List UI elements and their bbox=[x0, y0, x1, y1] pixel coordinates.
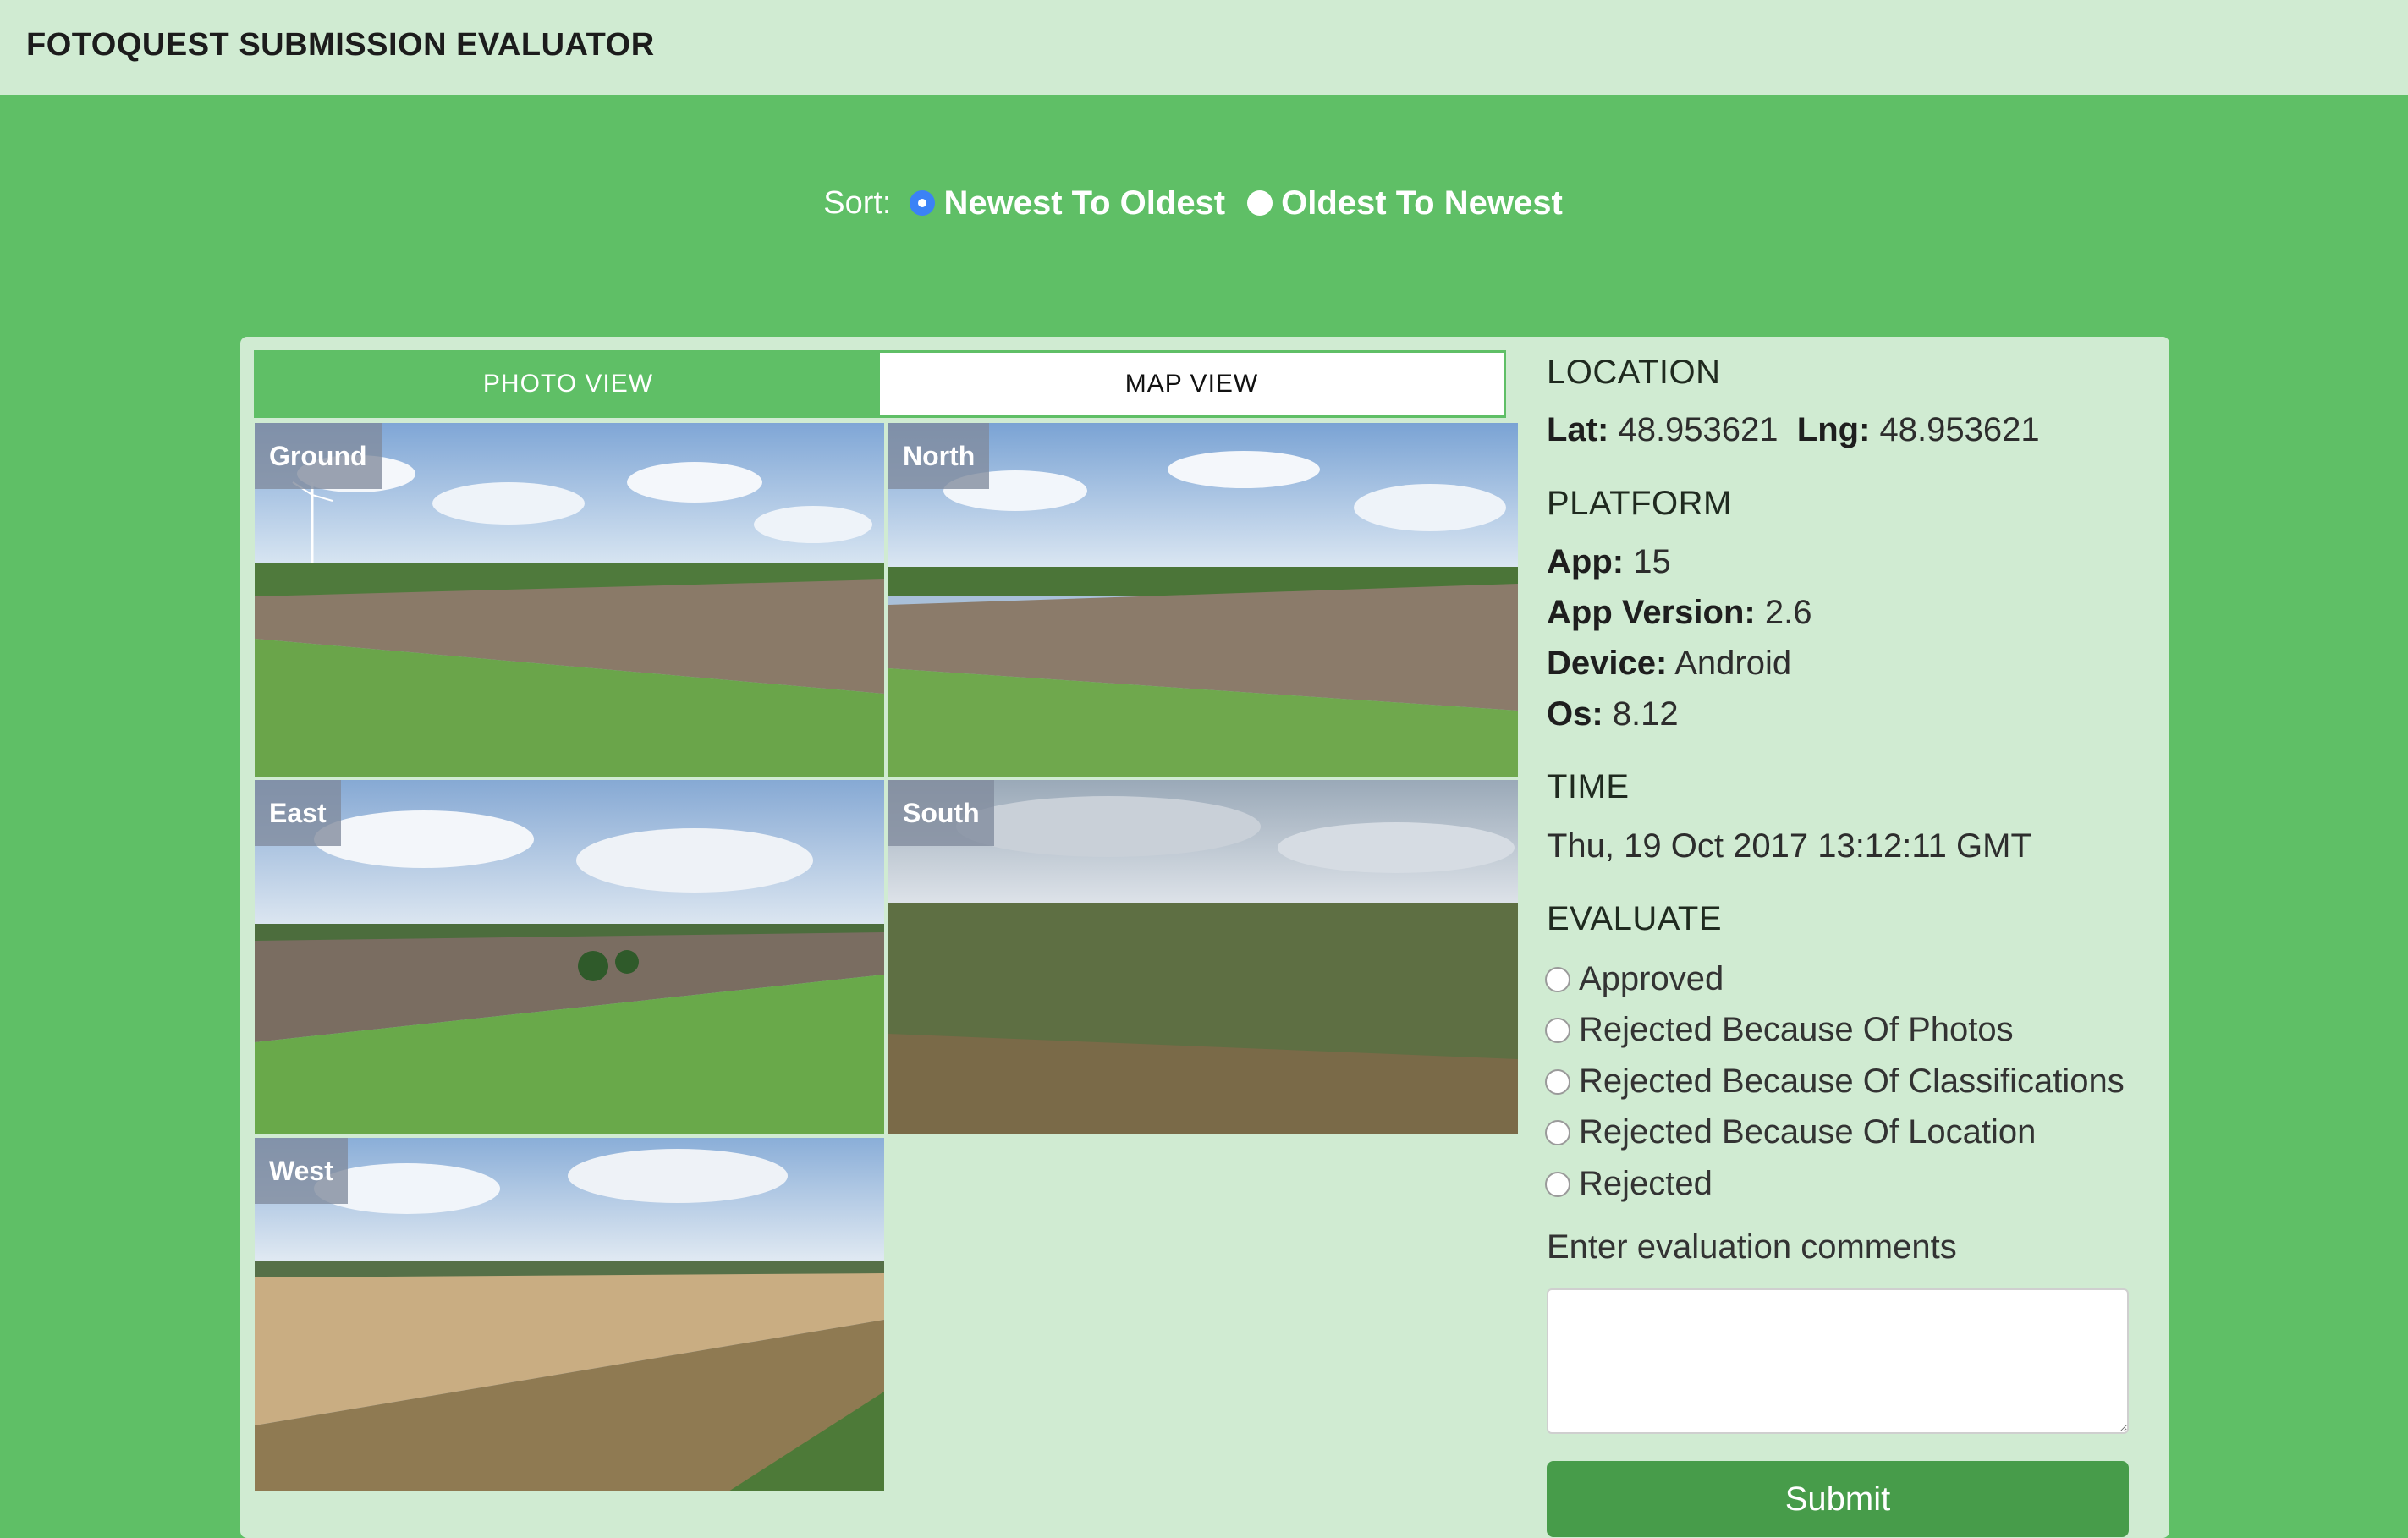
comments-label: Enter evaluation comments bbox=[1547, 1228, 1957, 1266]
platform-os: Os: 8.12 bbox=[1547, 695, 1679, 733]
rejected-location-radio[interactable] bbox=[1545, 1119, 1570, 1145]
evaluate-title: EVALUATE bbox=[1547, 900, 1723, 937]
rejected-photos-label: Rejected Because Of Photos bbox=[1579, 1011, 2014, 1048]
evaluate-option-rejected-location[interactable]: Rejected Because Of Location bbox=[1545, 1113, 2036, 1151]
photo-east[interactable]: East bbox=[255, 780, 884, 1134]
rejected-label: Rejected bbox=[1579, 1165, 1713, 1202]
os-value: 8.12 bbox=[1612, 695, 1679, 733]
sort-option-oldest[interactable]: Oldest To Newest bbox=[1247, 184, 1563, 222]
rejected-location-label: Rejected Because Of Location bbox=[1579, 1113, 2037, 1151]
landscape-image bbox=[255, 1138, 884, 1491]
submit-button[interactable]: Submit bbox=[1547, 1461, 2129, 1537]
rejected-radio[interactable] bbox=[1545, 1171, 1570, 1197]
sort-oldest-label: Oldest To Newest bbox=[1281, 184, 1563, 222]
lng-label: Lng: bbox=[1796, 411, 1871, 448]
tab-photo-view[interactable]: PHOTO VIEW bbox=[256, 353, 880, 415]
photo-label-ground: Ground bbox=[255, 423, 382, 489]
photo-north[interactable]: North bbox=[888, 423, 1518, 777]
sort-newest-label: Newest To Oldest bbox=[943, 184, 1226, 222]
photo-label-west: West bbox=[255, 1138, 348, 1204]
photo-ground[interactable]: Ground bbox=[255, 423, 884, 777]
tab-map-view[interactable]: MAP VIEW bbox=[880, 353, 1504, 415]
evaluate-option-rejected-classifications[interactable]: Rejected Because Of Classifications bbox=[1545, 1063, 2125, 1101]
app-header: FOTOQUEST SUBMISSION EVALUATOR bbox=[0, 0, 2408, 95]
platform-version: App Version: 2.6 bbox=[1547, 594, 1811, 632]
comments-textarea[interactable] bbox=[1547, 1288, 2129, 1434]
device-label: Device: bbox=[1547, 645, 1668, 682]
app-value: 15 bbox=[1633, 543, 1671, 580]
photo-label-north: North bbox=[888, 423, 990, 489]
platform-app: App: 15 bbox=[1547, 543, 1671, 581]
lng-value: 48.953621 bbox=[1879, 411, 2040, 448]
view-tabs: PHOTO VIEW MAP VIEW bbox=[254, 350, 1506, 418]
platform-title: PLATFORM bbox=[1547, 485, 1732, 522]
version-label: App Version: bbox=[1547, 594, 1756, 631]
time-value: Thu, 19 Oct 2017 13:12:11 GMT bbox=[1547, 827, 2031, 865]
sort-controls: Sort: Newest To Oldest Oldest To Newest bbox=[0, 178, 2408, 228]
landscape-image bbox=[255, 780, 884, 1134]
sort-option-newest[interactable]: Newest To Oldest bbox=[910, 184, 1225, 222]
platform-device: Device: Android bbox=[1547, 645, 1791, 683]
approved-radio[interactable] bbox=[1545, 966, 1570, 992]
evaluate-option-rejected[interactable]: Rejected bbox=[1545, 1165, 1713, 1203]
sort-oldest-radio[interactable] bbox=[1247, 190, 1273, 216]
photo-label-east: East bbox=[255, 780, 341, 846]
os-label: Os: bbox=[1547, 695, 1603, 733]
time-title: TIME bbox=[1547, 768, 1630, 805]
photo-south[interactable]: South bbox=[888, 780, 1518, 1134]
rejected-photos-radio[interactable] bbox=[1545, 1017, 1570, 1043]
lat-label: Lat: bbox=[1547, 411, 1609, 448]
lat-value: 48.953621 bbox=[1618, 411, 1779, 448]
device-value: Android bbox=[1674, 645, 1792, 682]
evaluate-option-approved[interactable]: Approved bbox=[1545, 960, 1724, 998]
approved-label: Approved bbox=[1579, 960, 1724, 997]
location-coordinates: Lat: 48.953621 Lng: 48.953621 bbox=[1547, 411, 2040, 449]
sort-newest-radio[interactable] bbox=[910, 190, 936, 216]
sort-label: Sort: bbox=[823, 184, 892, 221]
photo-west[interactable]: West bbox=[255, 1138, 884, 1491]
photo-label-south: South bbox=[888, 780, 994, 846]
evaluate-option-rejected-photos[interactable]: Rejected Because Of Photos bbox=[1545, 1011, 2014, 1049]
app-title: FOTOQUEST SUBMISSION EVALUATOR bbox=[26, 27, 655, 63]
rejected-classifications-label: Rejected Because Of Classifications bbox=[1579, 1063, 2125, 1100]
location-title: LOCATION bbox=[1547, 354, 1721, 391]
app-label: App: bbox=[1547, 543, 1625, 580]
version-value: 2.6 bbox=[1764, 594, 1812, 631]
rejected-classifications-radio[interactable] bbox=[1545, 1068, 1570, 1095]
